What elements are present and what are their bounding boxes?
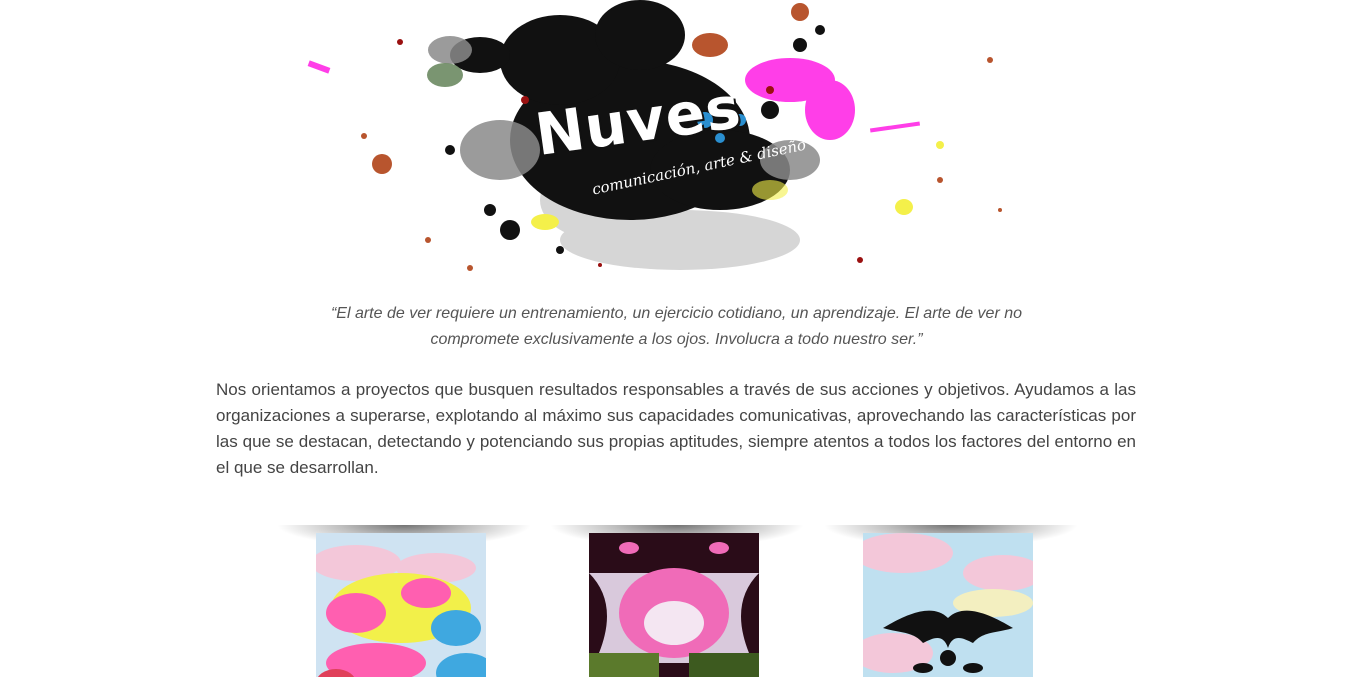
quote-line-2: compromete exclusivamente a los ojos. In… bbox=[430, 331, 923, 348]
black-inkblot-image bbox=[863, 533, 1033, 677]
gallery-item-3[interactable] bbox=[823, 525, 1079, 677]
gallery-item-1[interactable] bbox=[276, 525, 532, 677]
symmetric-inkblot-image bbox=[589, 533, 759, 677]
gallery-item-2[interactable] bbox=[549, 525, 805, 677]
gallery-thumbnail-2[interactable] bbox=[589, 533, 759, 677]
quote-block: “El arte de ver requiere un entrenamient… bbox=[300, 301, 1053, 353]
intro-paragraph: Nos orientamos a proyectos que busquen r… bbox=[216, 380, 1136, 477]
gallery-thumbnail-1[interactable] bbox=[316, 533, 486, 677]
gallery-thumbnail-3[interactable] bbox=[863, 533, 1033, 677]
page: Nuves comunicación, arte & diseño “El ar… bbox=[0, 0, 1349, 677]
colorful-splash-image bbox=[316, 533, 486, 677]
quote-line-1: “El arte de ver requiere un entrenamient… bbox=[330, 305, 1023, 322]
